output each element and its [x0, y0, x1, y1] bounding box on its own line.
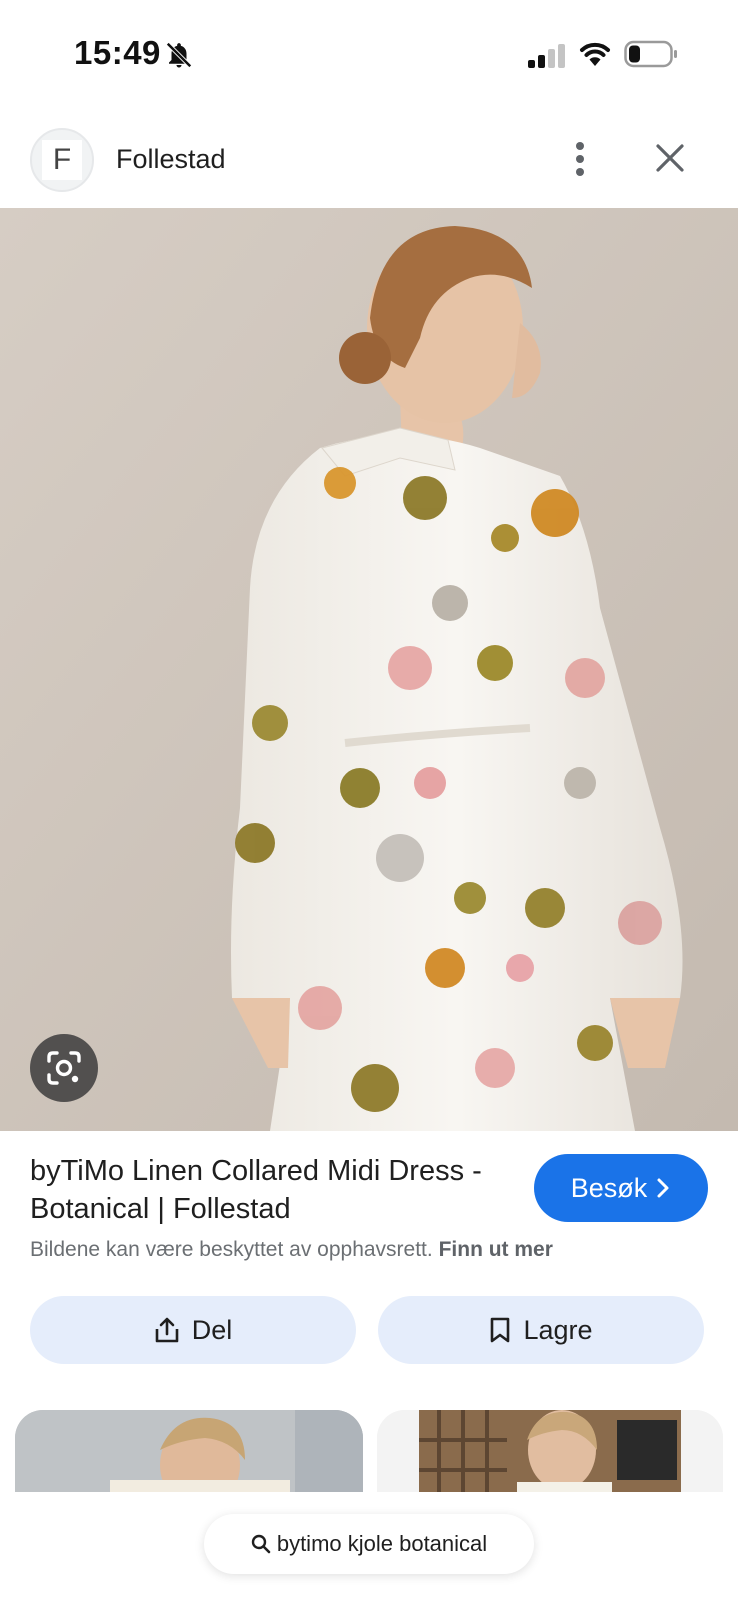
search-icon [251, 1534, 271, 1554]
status-time: 15:49 [74, 34, 161, 71]
battery-icon [624, 40, 677, 68]
more-vert-icon [576, 142, 584, 176]
related-card[interactable] [377, 1410, 723, 1492]
signal-icon [528, 44, 565, 68]
save-button[interactable]: Lagre [378, 1296, 704, 1364]
share-label: Del [191, 1314, 233, 1345]
save-label: Lagre [523, 1314, 593, 1345]
more-options-button[interactable] [560, 134, 600, 184]
visit-button[interactable]: Besøk [534, 1154, 708, 1222]
product-image[interactable] [0, 208, 738, 1131]
copyright-notice: Bildene kan være beskyttet av opphavsret… [30, 1238, 553, 1262]
chevron-right-icon [657, 1178, 669, 1198]
share-icon [155, 1317, 179, 1343]
lens-search-button[interactable] [30, 1034, 98, 1102]
avatar-letter: F [42, 140, 82, 180]
site-avatar[interactable]: F [30, 128, 94, 192]
result-title[interactable]: byTiMo Linen Collared Midi Dress - Botan… [30, 1152, 520, 1228]
dress-photo [0, 208, 738, 1131]
learn-more-link[interactable]: Finn ut mer [439, 1238, 553, 1261]
close-icon [656, 144, 684, 172]
search-query-text: bytimo kjole botanical [276, 1531, 488, 1556]
search-query-chip[interactable]: bytimo kjole botanical [204, 1514, 534, 1574]
result-header: F Follestad [0, 118, 738, 208]
share-button[interactable]: Del [30, 1296, 356, 1364]
visit-label: Besøk [570, 1172, 648, 1203]
bell-off-icon [166, 42, 192, 68]
related-results [0, 1410, 738, 1492]
bookmark-icon [491, 1317, 510, 1343]
related-thumbnail [377, 1410, 723, 1492]
close-button[interactable] [650, 136, 690, 180]
site-name[interactable]: Follestad [116, 144, 226, 175]
copyright-text: Bildene kan være beskyttet av opphavsret… [30, 1238, 433, 1261]
lens-icon [47, 1051, 81, 1085]
related-thumbnail [15, 1410, 363, 1492]
status-bar: 15:49 [0, 0, 738, 110]
related-card[interactable] [15, 1410, 363, 1492]
wifi-icon [580, 42, 610, 66]
